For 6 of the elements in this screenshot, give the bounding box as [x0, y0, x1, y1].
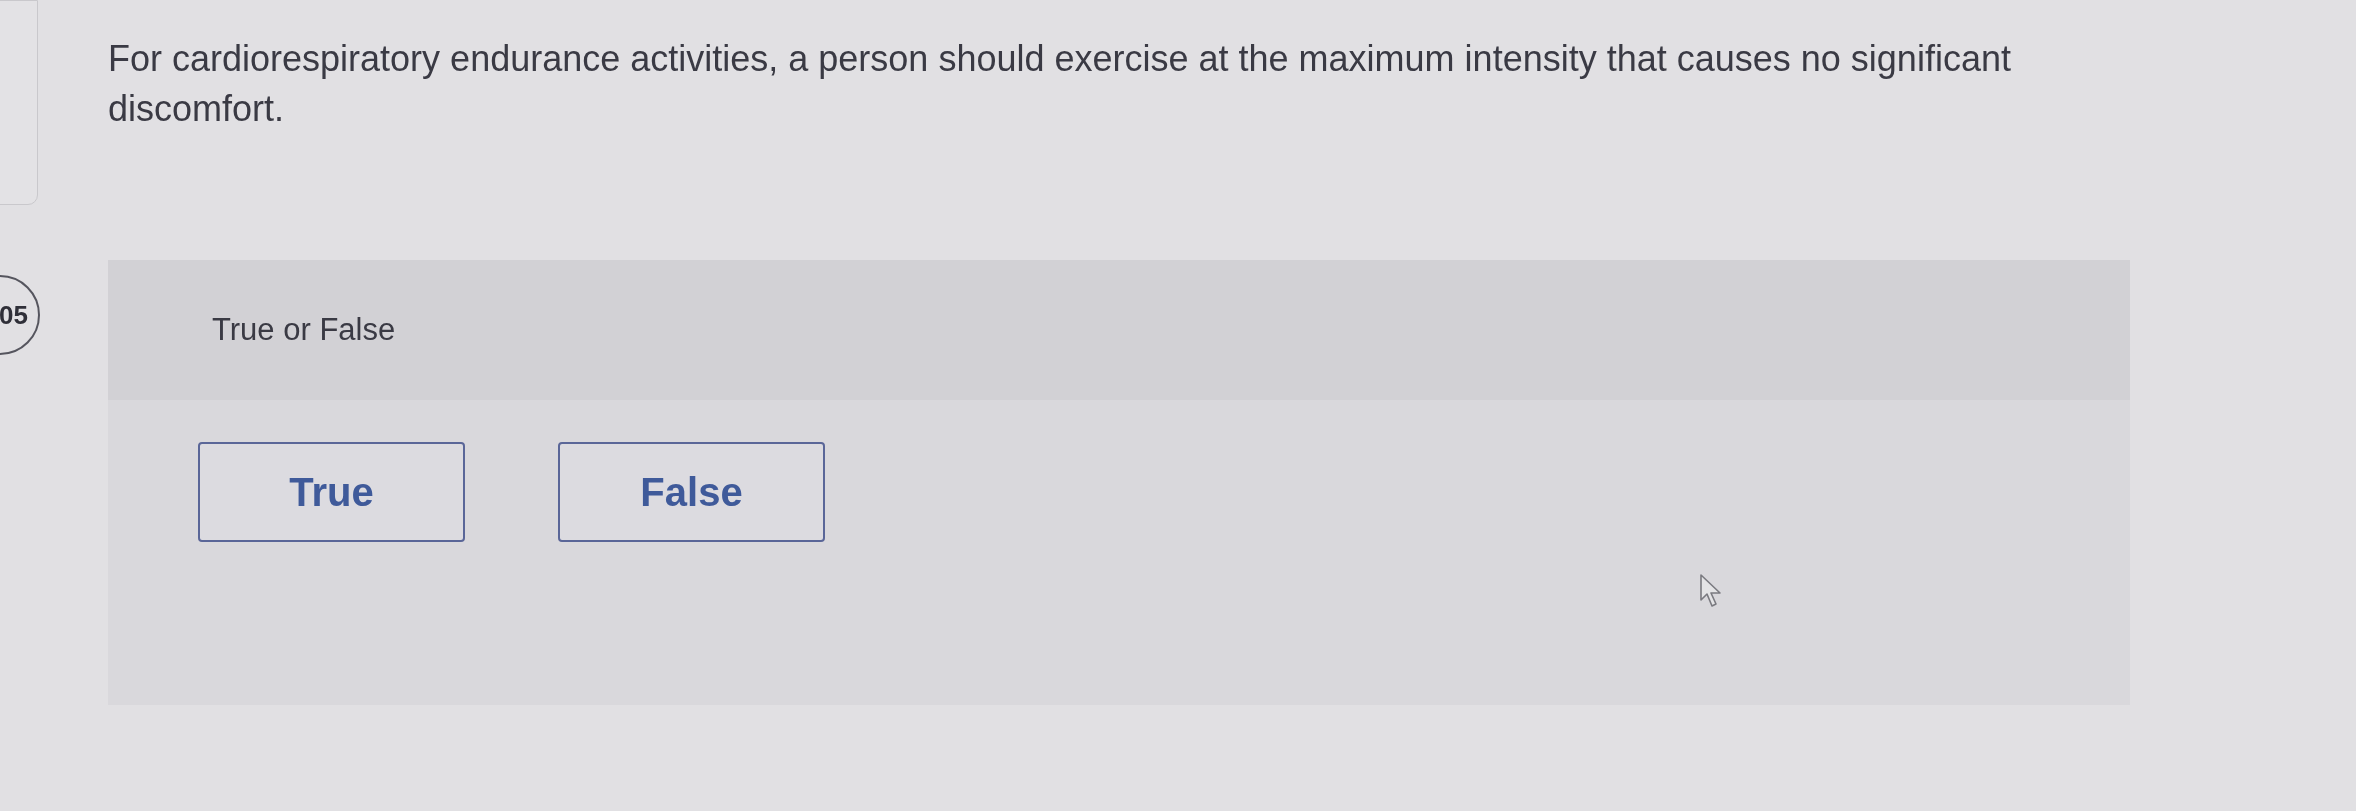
mouse-pointer-icon — [1700, 574, 1724, 608]
answer-option-button[interactable]: False — [558, 442, 825, 542]
question-number-badge: 05 — [0, 275, 40, 355]
question-text: For cardiorespiratory endurance activities, a person should exercise at the maximum intensity that causes no significant discomfort. — [108, 37, 2012, 131]
answer-option-button[interactable]: True — [198, 442, 465, 542]
question-type-label: True or False — [212, 310, 396, 349]
